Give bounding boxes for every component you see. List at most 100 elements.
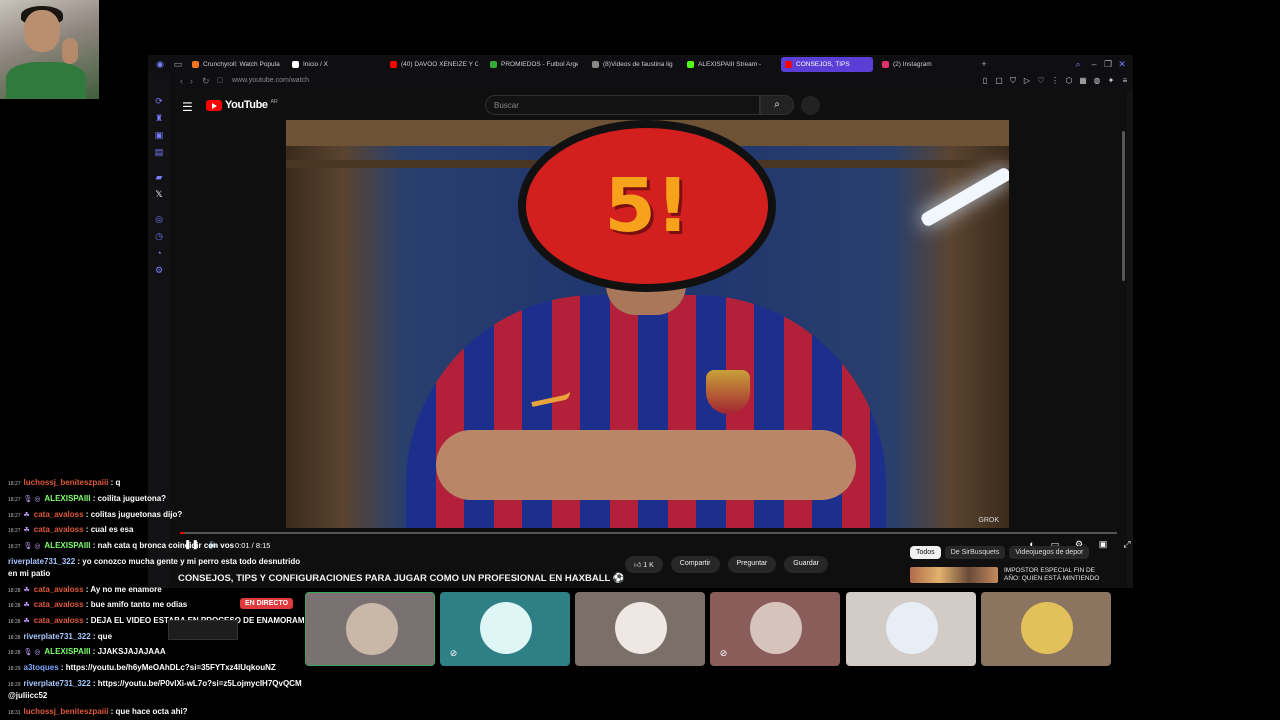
- chat-username[interactable]: luchossj_beniteszpaiii: [24, 478, 109, 487]
- close-window-icon[interactable]: ✕: [1116, 58, 1128, 70]
- chat-username[interactable]: a3toques: [24, 663, 59, 672]
- sidebar-play-icon[interactable]: ◎: [153, 213, 165, 225]
- chat-message: 18:29 riverplate731_322 : https://youtu.b…: [8, 679, 338, 690]
- extensions-icon[interactable]: ⬡: [1064, 76, 1074, 86]
- streamer-webcam: [0, 0, 99, 99]
- chat-username[interactable]: ALEXISPAIII: [44, 541, 90, 550]
- sidebar-history-icon[interactable]: ◷: [153, 230, 165, 242]
- sidebar-notes-icon[interactable]: ▤: [153, 146, 165, 158]
- webcam-hand: [62, 38, 78, 64]
- browser-tab[interactable]: CONSEJOS, TIPS: [781, 57, 873, 72]
- browser-tab[interactable]: Inicio / X: [288, 57, 378, 72]
- sidebar-bookmark-icon[interactable]: ◔: [153, 247, 165, 259]
- chat-badges: ☘: [23, 618, 32, 625]
- wallet-icon[interactable]: ▦: [1078, 76, 1088, 86]
- tab-favicon-icon: [785, 61, 792, 68]
- like-button[interactable]: 👍︎ 1 K: [625, 556, 663, 573]
- search-placeholder: Buscar: [494, 101, 519, 110]
- chat-username[interactable]: luchossj_beniteszpaiii: [24, 707, 109, 716]
- recommendation-chips: Todos De SirBusquets Videojuegos de depo…: [910, 546, 1090, 559]
- tab-label: (8)Videos de faustina lig: [603, 61, 673, 68]
- share-button[interactable]: Compartir: [670, 556, 720, 573]
- call-tile-6[interactable]: [981, 592, 1111, 666]
- chat-username[interactable]: cata_avaloss: [34, 616, 84, 625]
- browser-tab[interactable]: Crunchyroll: Watch Popula: [188, 57, 280, 72]
- browser-tab[interactable]: (40) DAVOO XENEIZE Y O: [386, 57, 478, 72]
- minimize-icon[interactable]: –: [1088, 58, 1100, 70]
- chat-message: 18:31 luchossj_beniteszpaiii : que hace o…: [8, 707, 338, 718]
- recommended-video[interactable]: IMPOSTOR ESPECIAL FIN DE AÑO: QUIEN ESTÁ…: [910, 567, 1104, 583]
- chat-message: riverplate731_322 : yo conozco mucha gen…: [8, 557, 338, 567]
- voice-search-button[interactable]: [801, 96, 820, 115]
- browser-tab[interactable]: (8)Videos de faustina lig: [588, 57, 676, 72]
- screenshot-icon[interactable]: ▢: [994, 76, 1004, 86]
- site-info-icon[interactable]: ▢: [217, 76, 224, 84]
- youtube-logo[interactable]: YouTube AR: [206, 99, 278, 111]
- chat-username[interactable]: cata_avaloss: [34, 585, 84, 594]
- player-icon[interactable]: ▷: [1022, 76, 1032, 86]
- chat-badges: ☘: [23, 527, 32, 534]
- call-tile-4[interactable]: ⊘: [710, 592, 840, 666]
- ai-icon[interactable]: ✦: [1106, 76, 1116, 86]
- chip-games[interactable]: Videojuegos de depor: [1009, 546, 1090, 559]
- forward-icon[interactable]: ›: [190, 76, 193, 86]
- ceiling-light: [919, 165, 1009, 229]
- chip-channel[interactable]: De SirBusquets: [944, 546, 1006, 559]
- sidebar-settings-icon[interactable]: ⚙: [153, 264, 165, 276]
- sidebar-chat-icon[interactable]: ▣: [153, 129, 165, 141]
- call-tile-2[interactable]: ⊘: [440, 592, 570, 666]
- call-tile-1[interactable]: [305, 592, 435, 666]
- browser-menu-icon[interactable]: ≡: [1120, 76, 1130, 86]
- call-tile-5[interactable]: [846, 592, 976, 666]
- chat-username[interactable]: riverplate731_322: [24, 679, 91, 688]
- youtube-play-icon: [206, 99, 222, 111]
- chat-username[interactable]: cata_avaloss: [34, 600, 84, 609]
- participant-avatar: [750, 602, 802, 654]
- browser-tab[interactable]: PROMIEDOS - Futbol Arge: [486, 57, 578, 72]
- browser-logo-icon[interactable]: ◉: [154, 58, 166, 70]
- sidebar-store-icon[interactable]: ♜: [153, 112, 165, 124]
- new-tab-icon[interactable]: +: [978, 58, 990, 70]
- country-code: AR: [270, 99, 278, 105]
- chat-username[interactable]: riverplate731_322: [24, 632, 91, 641]
- reload-icon[interactable]: ↻: [202, 76, 210, 87]
- ask-button[interactable]: Preguntar: [727, 556, 777, 573]
- pin-icon[interactable]: ▯: [980, 76, 990, 86]
- chat-username[interactable]: riverplate731_322: [8, 557, 75, 566]
- browser-tab[interactable]: ALEXISPAIII Stream -: [683, 57, 773, 72]
- fullscreen-icon[interactable]: ⤢: [1120, 539, 1133, 550]
- sidebar-x-icon[interactable]: 𝕏: [153, 188, 165, 200]
- back-icon[interactable]: ‹: [180, 76, 183, 86]
- call-tile-3[interactable]: [575, 592, 705, 666]
- hamburger-menu-icon[interactable]: ☰: [182, 100, 193, 114]
- heart-icon[interactable]: ♡: [1036, 76, 1046, 86]
- chat-username[interactable]: cata_avaloss: [34, 510, 84, 519]
- chat-text: : Ay no me enamore: [83, 585, 162, 594]
- screen-share-thumbnail[interactable]: [168, 620, 238, 640]
- chat-username[interactable]: ALEXISPAIII: [44, 647, 90, 656]
- sidebar-ai-icon[interactable]: ⟳: [153, 95, 165, 107]
- chat-message: 18:27 ☘ cata_avaloss : cual es esa: [8, 525, 338, 536]
- sidebar-twitch-icon[interactable]: ▰: [153, 171, 165, 183]
- chat-username[interactable]: ALEXISPAIII: [44, 494, 90, 503]
- shield-icon[interactable]: ⛉: [1008, 76, 1018, 86]
- search-input[interactable]: Buscar: [485, 95, 760, 115]
- chat-username[interactable]: cata_avaloss: [34, 525, 84, 534]
- overlay-number: 5!: [604, 163, 690, 249]
- menu-dots-icon[interactable]: ⋮: [1050, 76, 1060, 86]
- miniplayer-icon[interactable]: ▣: [1096, 539, 1110, 550]
- search-button[interactable]: ⌕: [760, 95, 794, 115]
- chip-all[interactable]: Todos: [910, 546, 941, 559]
- tab-sidebar-icon[interactable]: ▭: [172, 58, 184, 70]
- chat-badges: ☘: [23, 587, 32, 594]
- browser-tab[interactable]: (2) Instagram: [878, 57, 968, 72]
- chat-timestamp: 18:28: [8, 619, 21, 625]
- video-player[interactable]: 5! GROK: [286, 120, 1009, 528]
- url-field[interactable]: www.youtube.com/watch: [232, 77, 309, 84]
- tab-favicon-icon: [592, 61, 599, 68]
- account-icon[interactable]: ◍: [1092, 76, 1102, 86]
- maximize-icon[interactable]: ❐: [1102, 58, 1114, 70]
- page-scrollbar[interactable]: [1122, 131, 1125, 281]
- save-button[interactable]: Guardar: [784, 556, 828, 573]
- search-tabs-icon[interactable]: ⌕: [1072, 58, 1084, 70]
